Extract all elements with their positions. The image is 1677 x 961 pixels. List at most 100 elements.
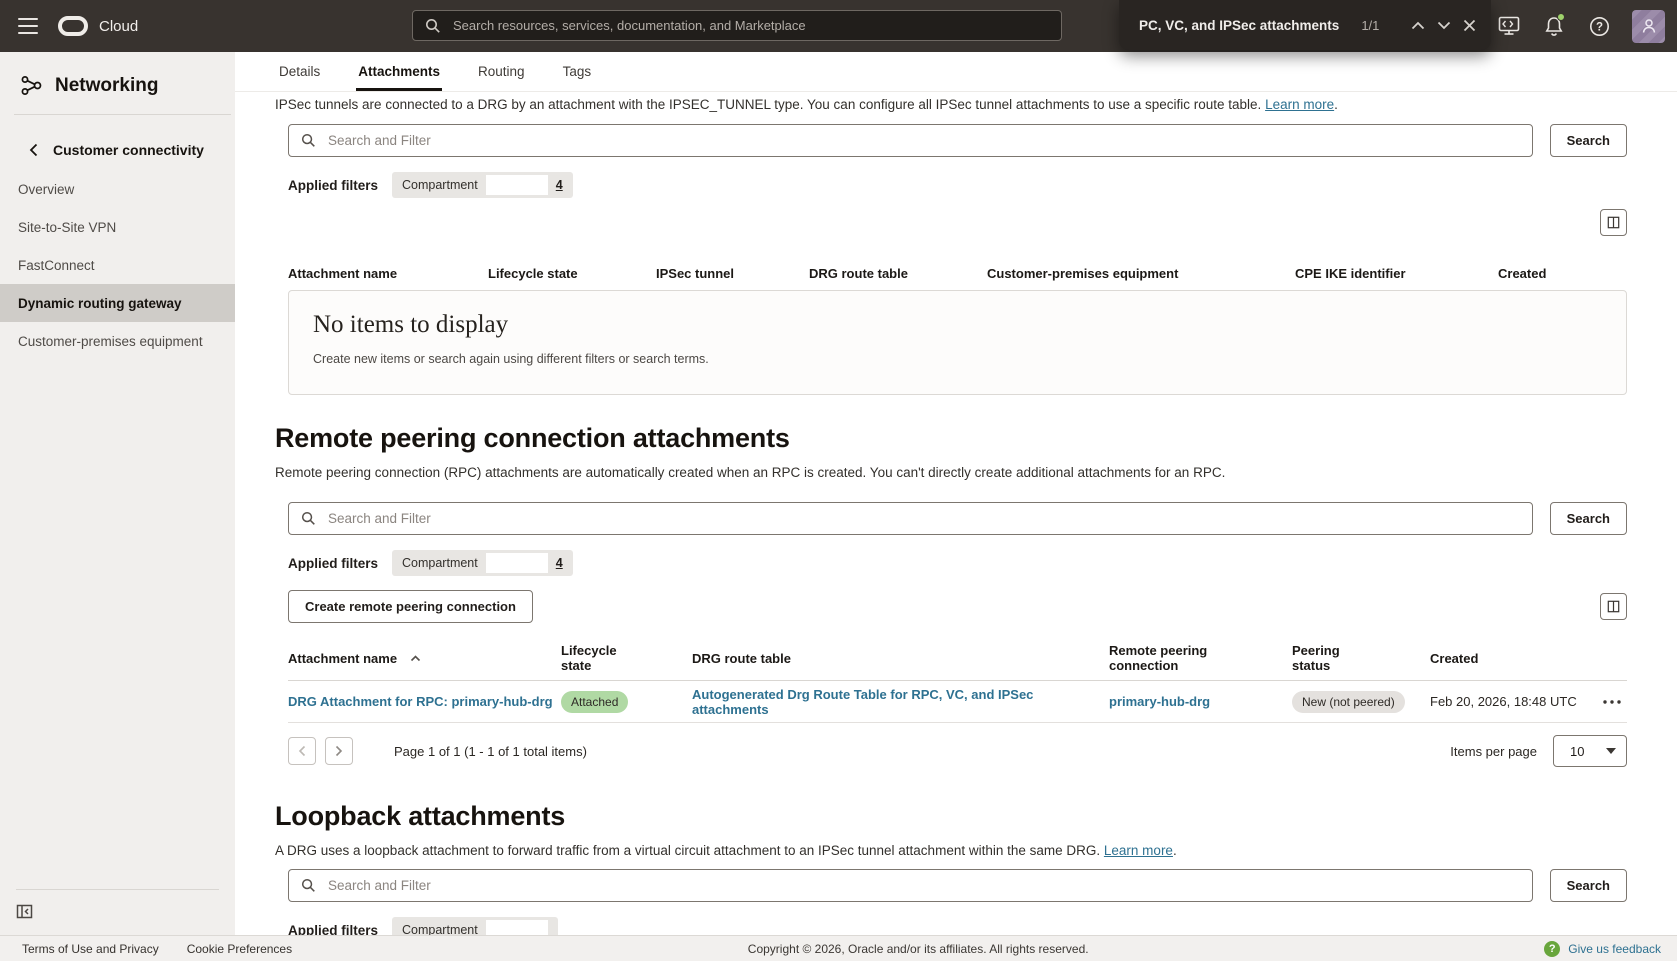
copyright-text: Copyright © 2026, Oracle and/or its affi… [292,942,1544,956]
loopback-learn-more-link[interactable]: Learn more [1104,843,1173,858]
column-header[interactable]: Customer-premises equipment [987,266,1295,281]
applied-filters-label: Applied filters [288,556,378,571]
brand[interactable]: Cloud [58,0,138,52]
loopback-description-text: A DRG uses a loopback attachment to forw… [275,843,1100,858]
cookie-preferences-link[interactable]: Cookie Preferences [187,942,292,956]
sidebar-item-fastconnect[interactable]: FastConnect [0,246,235,284]
rpc-search-button[interactable]: Search [1550,502,1627,535]
sidebar-collapse-button[interactable] [16,903,33,920]
column-header[interactable]: Created [1498,266,1627,281]
close-icon [1463,19,1476,32]
compartment-name-redacted [486,920,548,935]
tab-tags[interactable]: Tags [561,64,594,91]
find-previous-button[interactable] [1405,9,1431,41]
loopback-search-box[interactable] [288,869,1533,902]
column-header[interactable]: Lifecycle state [488,266,656,281]
ipsec-search-box[interactable] [288,124,1533,157]
svg-text:?: ? [1595,21,1602,33]
sidebar-item-site-to-site-vpn[interactable]: Site-to-Site VPN [0,208,235,246]
global-search[interactable] [412,10,1062,41]
column-header[interactable]: DRG route table [692,651,1109,666]
sidebar-back[interactable]: Customer connectivity [0,142,235,158]
loopback-search-input[interactable] [326,877,1520,894]
loopback-search-button[interactable]: Search [1550,869,1627,902]
main-content: Details Attachments Routing Tags IPSec t… [235,52,1677,935]
feedback[interactable]: ? Give us feedback [1544,941,1661,957]
actions-ellipsis-icon [1603,700,1621,704]
ipsec-search-input[interactable] [326,132,1520,149]
column-header[interactable]: Remote peering connection [1109,643,1225,673]
content: IPSec tunnels are connected to a DRG by … [235,96,1677,935]
column-header[interactable]: Lifecycle state [561,643,631,673]
compartment-filter-chip[interactable]: Compartment 4 [392,550,573,576]
tab-details[interactable]: Details [277,64,322,91]
rpc-search-box[interactable] [288,502,1533,535]
terms-link[interactable]: Terms of Use and Privacy [22,942,159,956]
column-header[interactable]: Attachment name [288,266,488,281]
column-header[interactable]: DRG route table [809,266,987,281]
column-header[interactable]: Created [1430,651,1603,666]
ipsec-learn-more-link[interactable]: Learn more [1265,97,1334,112]
search-icon [301,133,316,148]
items-per-page: Items per page 10 [1450,735,1627,767]
ipsec-column-settings-button[interactable] [1600,209,1627,236]
remote-peering-connection-link[interactable]: primary-hub-drg [1109,694,1292,709]
brand-label: Cloud [99,18,138,35]
user-avatar[interactable] [1632,10,1665,43]
loopback-applied-filters: Applied filters Compartment [288,917,1627,935]
networking-icon [20,74,43,97]
oracle-logo-icon [58,16,88,36]
column-header[interactable]: Peering status [1292,643,1356,673]
attachment-name-link[interactable]: DRG Attachment for RPC: primary-hub-drg [288,694,561,709]
global-search-input[interactable] [451,17,1049,34]
sidebar-item-dynamic-routing-gateway[interactable]: Dynamic routing gateway [0,284,235,322]
search-icon [301,511,316,526]
next-page-button[interactable] [325,737,353,765]
previous-page-button[interactable] [288,737,316,765]
create-remote-peering-connection-button[interactable]: Create remote peering connection [288,590,533,623]
sidebar-item-label: Dynamic routing gateway [18,296,182,311]
loopback-search-row: Search [288,869,1627,902]
sidebar-item-overview[interactable]: Overview [0,170,235,208]
notifications-button[interactable] [1542,14,1566,38]
rpc-pagination: Page 1 of 1 (1 - 1 of 1 total items) Ite… [288,735,1627,767]
items-per-page-select[interactable]: 10 [1553,735,1627,767]
row-actions-menu-button[interactable] [1603,700,1627,704]
applied-filters-label: Applied filters [288,923,378,936]
ipsec-table-tools [288,209,1627,236]
compartment-filter-chip[interactable]: Compartment 4 [392,172,573,198]
topbar-actions: ? [1497,0,1665,52]
sidebar-item-label: Site-to-Site VPN [18,220,116,235]
help-button[interactable]: ? [1587,14,1611,38]
rpc-search-input[interactable] [326,510,1520,527]
rpc-section-title: Remote peering connection attachments [275,423,1627,454]
rpc-column-settings-button[interactable] [1600,593,1627,620]
compartment-filter-chip[interactable]: Compartment [392,917,558,935]
sidebar-header: Networking [0,52,235,97]
sidebar-item-customer-premises-equipment[interactable]: Customer-premises equipment [0,322,235,360]
filter-chip-count[interactable]: 4 [556,556,563,570]
drg-route-table-link[interactable]: Autogenerated Drg Route Table for RPC, V… [692,687,1109,717]
hamburger-menu-icon[interactable] [17,16,39,36]
tab-attachments[interactable]: Attachments [356,64,442,91]
filter-chip-label: Compartment [402,178,478,192]
column-header[interactable]: IPSec tunnel [656,266,809,281]
column-header[interactable]: CPE IKE identifier [1295,266,1498,281]
give-us-feedback-link[interactable]: Give us feedback [1568,942,1661,956]
sidebar-nav: Overview Site-to-Site VPN FastConnect Dy… [0,170,235,360]
feedback-question-icon: ? [1544,941,1560,957]
filter-chip-count[interactable]: 4 [556,178,563,192]
ipsec-search-button[interactable]: Search [1550,124,1627,157]
column-header-label: Attachment name [288,651,397,666]
cloud-shell-button[interactable] [1497,14,1521,38]
compartment-name-redacted [486,175,548,195]
items-per-page-label: Items per page [1450,744,1537,759]
lifecycle-state-badge: Attached [561,691,628,713]
find-next-button[interactable] [1431,9,1457,41]
tab-routing[interactable]: Routing [476,64,527,91]
find-match-count: 1/1 [1361,18,1379,33]
ipsec-empty-state: No items to display Create new items or … [288,290,1627,395]
column-header-sorted[interactable]: Attachment name [288,651,561,666]
find-close-button[interactable] [1457,9,1482,41]
find-query-input[interactable]: PC, VC, and IPSec attachments [1139,18,1339,33]
